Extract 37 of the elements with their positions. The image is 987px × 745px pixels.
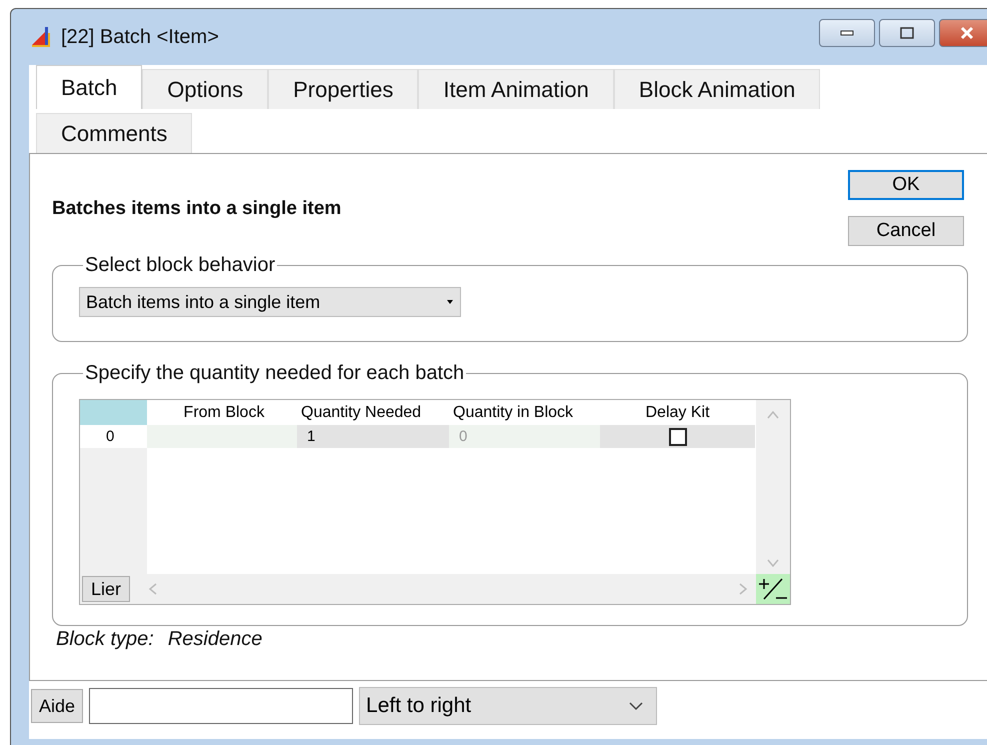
table-cell[interactable]: 1 xyxy=(297,425,449,448)
direction-dropdown[interactable]: Left to right xyxy=(359,687,658,725)
column-header: Quantity Needed xyxy=(300,404,422,422)
block-type-label: Block type: xyxy=(56,628,154,651)
close-icon xyxy=(959,26,975,40)
tab[interactable]: Properties xyxy=(268,69,418,109)
block-type-value: Residence xyxy=(168,628,262,651)
column-header: From Block xyxy=(182,404,266,422)
add-remove-icon[interactable] xyxy=(756,574,790,604)
behavior-dropdown[interactable]: Batch items into a single item xyxy=(79,287,461,317)
dialog-button[interactable]: OK xyxy=(848,170,964,200)
close-button[interactable] xyxy=(939,19,987,47)
chevron-down-icon xyxy=(628,701,644,711)
app-logo-icon xyxy=(29,25,53,49)
delay-kit-checkbox[interactable] xyxy=(668,428,686,446)
maximize-button[interactable] xyxy=(879,19,935,47)
tab[interactable]: Options xyxy=(142,69,268,109)
row-number: 0 xyxy=(80,425,147,448)
minimize-button[interactable] xyxy=(819,19,875,47)
table-cell: 0 xyxy=(449,425,600,448)
help-button[interactable]: Aide xyxy=(31,689,84,723)
window-title: [22] Batch <Item> xyxy=(61,26,219,48)
dialog-button[interactable]: Cancel xyxy=(848,216,964,246)
tab[interactable]: Batch xyxy=(36,65,142,109)
tab[interactable]: Item Animation xyxy=(418,69,614,109)
group-title: Select block behavior xyxy=(84,254,276,277)
tab[interactable]: Block Animation xyxy=(614,69,820,109)
input-field[interactable] xyxy=(89,688,354,724)
description-text: Batches items into a single item xyxy=(52,198,342,220)
link-button[interactable]: Lier xyxy=(82,576,130,602)
tab[interactable]: Comments xyxy=(36,113,192,153)
column-header: Delay Kit xyxy=(644,404,711,422)
group-title: Specify the quantity needed for each batch xyxy=(84,362,466,385)
dropdown-arrow-icon xyxy=(446,299,454,305)
maximize-icon xyxy=(900,27,914,39)
minimize-icon xyxy=(840,30,854,36)
column-header: Quantity in Block xyxy=(452,404,574,422)
